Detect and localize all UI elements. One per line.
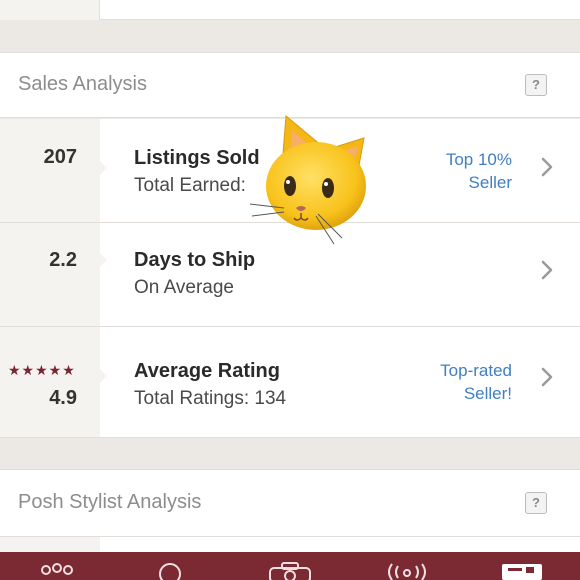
chevron-right-icon [541,157,553,177]
average-rating-value-column [0,327,100,437]
top-seller-badge-line1: Top 10% [445,150,512,169]
top-rated-badge-line1: Top-rated [440,361,512,380]
listings-sold-value: 207 [43,146,77,168]
total-earned-label: Total Earned: [134,175,246,196]
sales-analysis-header: Sales Analysis ? [0,52,580,118]
cat-face-emoji-icon [249,114,366,245]
days-to-ship-value: 2.2 [49,249,77,271]
search-icon[interactable] [155,562,185,580]
chevron-right-icon [541,367,553,387]
bottom-tab-bar [0,552,580,580]
row-pointer [100,369,107,383]
next-card-remnant [0,537,580,552]
total-ratings-label: Total Ratings: 134 [134,388,287,409]
average-rating-title: Average Rating [134,360,280,382]
broadcast-icon[interactable] [384,562,430,580]
account-icon[interactable] [502,564,542,580]
on-average-label: On Average [134,277,235,298]
rating-stars-icon: ★★★★★ [8,362,76,378]
next-card-left-column [0,537,100,552]
row-pointer [100,161,107,175]
row-pointer [100,253,107,267]
days-to-ship-title: Days to Ship [134,249,256,271]
chevron-right-icon [541,260,553,280]
top-seller-badge-line2: Seller [468,173,512,192]
posh-stylist-analysis-header: Posh Stylist Analysis ? [0,469,580,537]
top-rated-badge-line2: Seller! [463,384,512,403]
days-to-ship-value-column [0,223,100,326]
previous-card-left-column [0,0,100,20]
top-seller-badge: Top 10% Seller [446,148,512,194]
average-rating-value: 4.9 [49,387,77,409]
camera-icon[interactable] [268,562,312,580]
average-rating-row[interactable]: ★★★★★ 4.9 Average Rating Total Ratings: … [0,327,580,438]
stylist-help-button[interactable]: ? [525,492,547,514]
posh-stylist-analysis-title: Posh Stylist Analysis [18,491,202,513]
sales-help-button[interactable]: ? [525,74,547,96]
listings-sold-value-column [0,119,100,222]
top-rated-badge: Top-rated Seller! [440,359,512,405]
previous-card-remnant [0,0,580,20]
community-icon[interactable] [38,562,76,580]
sales-analysis-title: Sales Analysis [18,73,147,95]
listings-sold-title: Listings Sold [134,147,260,169]
